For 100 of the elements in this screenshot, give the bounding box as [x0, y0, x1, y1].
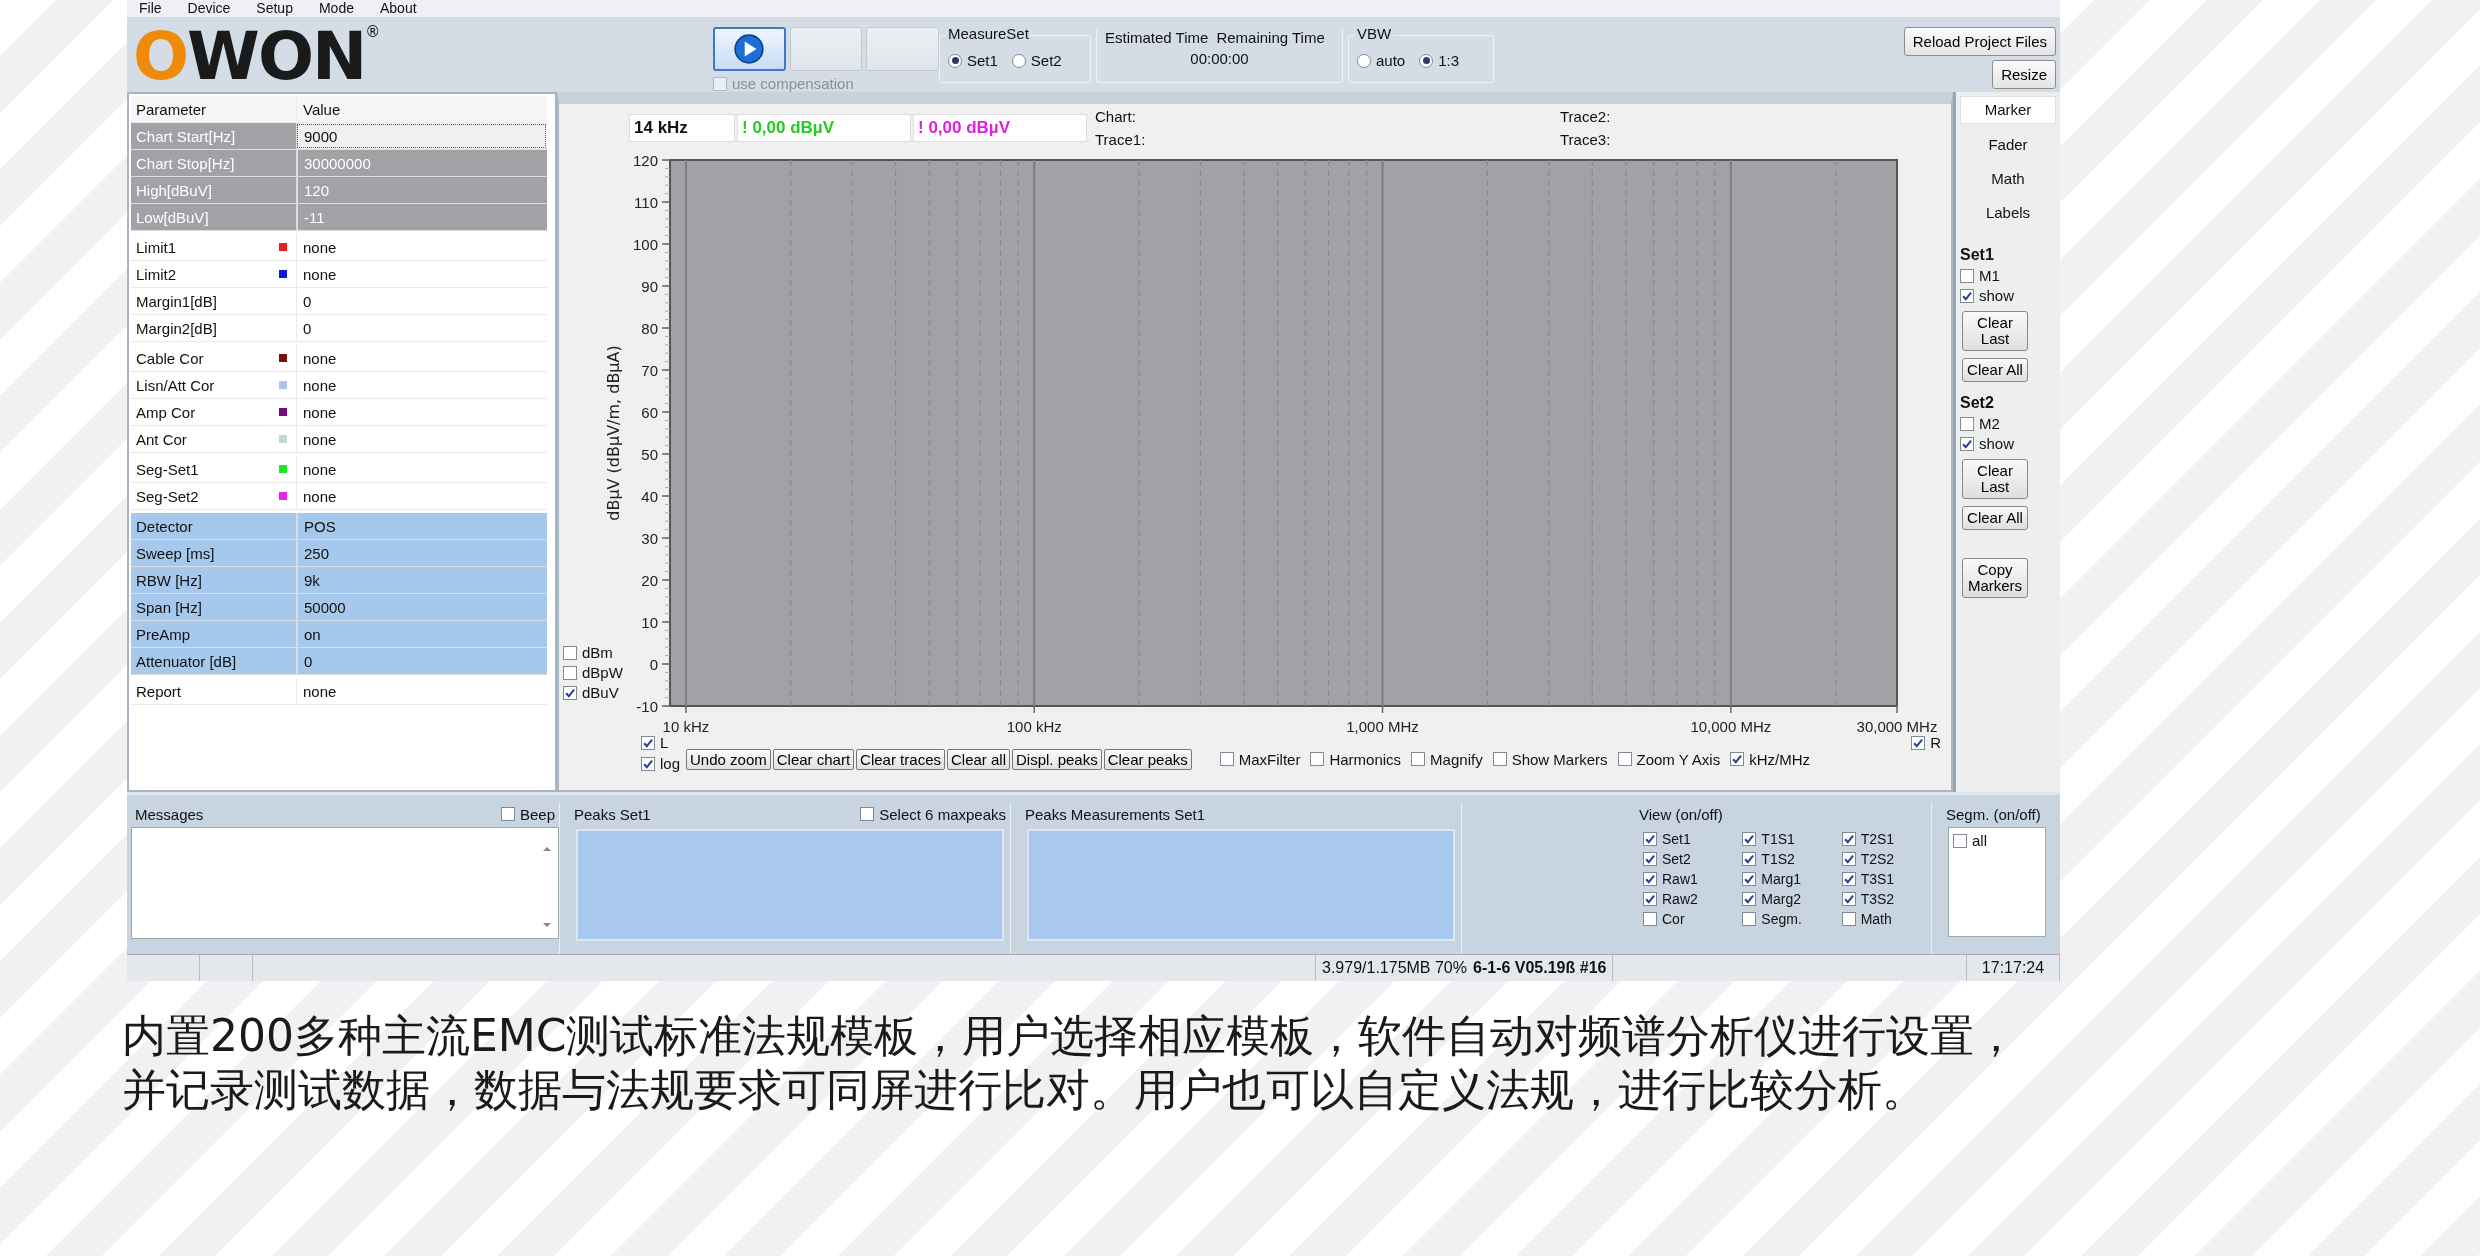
checkbox[interactable]: MaxFilter	[1219, 750, 1301, 768]
checkbox[interactable]: Beep	[500, 805, 555, 823]
checkbox[interactable]: T3S1	[1841, 871, 1923, 887]
push-button[interactable]: Undo zoom	[686, 748, 771, 770]
version-status: 6-1-6 V05.19ß #16	[1473, 959, 1607, 977]
y-tick-label: 100	[632, 236, 658, 253]
parameter-name: Span [Hz]	[135, 598, 203, 616]
parameter-value[interactable]: none	[296, 234, 547, 260]
parameter-value[interactable]: none	[296, 399, 547, 425]
y-tick-label: 20	[641, 572, 658, 589]
caption-text: 内置200多种主流EMC测试标准法规模板，用户选择相应模板，软件自动对频谱分析仪进行设置，	[122, 1009, 2020, 1063]
y-tick-label: 80	[641, 320, 658, 337]
checkbox[interactable]: all	[1953, 832, 1987, 849]
push-button[interactable]: Resize	[1992, 60, 2056, 89]
logo: OWON$^{®}$	[133, 25, 380, 89]
push-button[interactable]: Clear Last	[1962, 311, 2028, 351]
push-button[interactable]: Displ. peaks	[1012, 748, 1102, 770]
checkbox[interactable]: M1	[1960, 267, 2000, 284]
parameter-value[interactable]: none	[296, 483, 547, 509]
checkbox[interactable]: Math	[1841, 911, 1923, 927]
menu-item[interactable]: Device	[187, 0, 231, 17]
checkbox[interactable]: dBpW	[563, 664, 623, 681]
parameter-value[interactable]: none	[296, 372, 547, 398]
checkbox[interactable]: Set1	[1643, 831, 1725, 847]
checkbox[interactable]: Magnify	[1411, 750, 1483, 768]
push-button[interactable]: Clear chart	[772, 748, 855, 770]
checkbox[interactable]: kHz/MHz	[1730, 750, 1810, 768]
parameter-name: Limit1	[135, 238, 177, 256]
set-title: Set2	[1960, 394, 1994, 412]
checkbox[interactable]: Harmonics	[1310, 750, 1402, 768]
level-readout: ! 0,00 dBµV	[913, 114, 1087, 142]
checkbox[interactable]: Zoom Y Axis	[1617, 750, 1721, 768]
checkbox[interactable]: Show Markers	[1492, 750, 1608, 768]
push-button[interactable]: Reload Project Files	[1903, 27, 2056, 56]
parameter-name: Ant Cor	[135, 430, 188, 448]
trace-label: Trace1:	[1095, 131, 1147, 150]
radio-button[interactable]: auto	[1357, 52, 1406, 69]
segment-list[interactable]: all	[1948, 827, 2046, 937]
parameter-name: Low[dBuV]	[135, 208, 210, 226]
push-button[interactable]: Clear All	[1962, 358, 2028, 382]
checkbox[interactable]: Cor	[1643, 911, 1725, 927]
y-axis-label: dBµV (dBµV/m, dBµA)	[604, 345, 623, 521]
push-button[interactable]: Clear All	[1962, 506, 2028, 530]
tab[interactable]: Math	[1960, 166, 2056, 200]
parameter-value[interactable]: none	[296, 426, 547, 452]
checkbox[interactable]: M2	[1960, 415, 2000, 432]
checkbox[interactable]: R	[1911, 734, 1941, 751]
push-button[interactable]: Clear all	[946, 748, 1010, 770]
radio-button[interactable]: 1:3	[1419, 52, 1460, 69]
parameter-name: Amp Cor	[135, 403, 197, 421]
group-title: Segm. (on/off)	[1946, 805, 2041, 823]
trace-label: Chart:	[1095, 108, 1137, 127]
parameter-value[interactable]: 0	[296, 315, 547, 341]
checkbox[interactable]: T3S2	[1841, 891, 1923, 907]
checkbox[interactable]: Raw1	[1643, 871, 1725, 887]
parameter-name: Lisn/Att Cor	[135, 376, 216, 394]
tab[interactable]: Marker	[1960, 96, 2056, 124]
menu-item[interactable]: Setup	[256, 0, 293, 17]
parameter-name: Limit2	[135, 265, 177, 283]
frequency-readout: 14 kHz	[629, 114, 735, 142]
radio-button[interactable]: Set1	[948, 52, 998, 69]
checkbox[interactable]: dBm	[563, 644, 623, 661]
parameter-value[interactable]: 0	[296, 288, 547, 314]
menu-item[interactable]: About	[380, 0, 417, 17]
push-button[interactable]: Copy Markers	[1962, 558, 2028, 598]
checkbox[interactable]: show	[1960, 435, 2015, 452]
push-button[interactable]: Clear traces	[856, 748, 945, 770]
checkbox[interactable]: dBuV	[563, 684, 623, 701]
parameter-value[interactable]: none	[296, 456, 547, 482]
tab[interactable]: Fader	[1960, 132, 2056, 166]
parameter-value[interactable]: none	[296, 678, 547, 704]
parameter-name: RBW [Hz]	[135, 571, 203, 589]
checkbox[interactable]: Set2	[1643, 851, 1725, 867]
checkbox[interactable]: T1S1	[1742, 831, 1824, 847]
parameter-name: Margin1[dB]	[135, 292, 218, 310]
menu-item[interactable]: File	[139, 0, 162, 17]
checkbox[interactable]: log	[641, 755, 681, 772]
checkbox[interactable]: T1S2	[1742, 851, 1824, 867]
checkbox[interactable]: T2S2	[1841, 851, 1923, 867]
checkbox[interactable]: L	[641, 734, 681, 751]
radio-button[interactable]: Set2	[1011, 52, 1062, 69]
parameter-name: Seg-Set1	[135, 460, 200, 478]
push-button[interactable]: Clear Last	[1962, 459, 2028, 499]
checkbox[interactable]: Select 6 maxpeaks	[860, 805, 1006, 823]
parameter-value[interactable]: 0	[296, 648, 547, 674]
clock: 17:17:24	[1967, 955, 2060, 981]
group-title: Messages	[135, 805, 204, 823]
parameter-value[interactable]: none	[296, 261, 547, 287]
checkbox[interactable]: Marg1	[1742, 871, 1824, 887]
push-button[interactable]: Clear peaks	[1103, 748, 1192, 770]
checkbox[interactable]: Marg2	[1742, 891, 1824, 907]
menu-item[interactable]: Mode	[318, 0, 354, 17]
checkbox[interactable]: Segm.	[1742, 911, 1824, 927]
parameter-value[interactable]: none	[296, 345, 547, 371]
checkbox[interactable]: T2S1	[1841, 831, 1923, 847]
group-title: View (on/off)	[1639, 805, 1723, 823]
checkbox[interactable]: Raw2	[1643, 891, 1725, 907]
checkbox[interactable]: show	[1960, 287, 2015, 304]
parameter-value[interactable]: 9000	[296, 123, 547, 149]
tab[interactable]: Labels	[1960, 200, 2056, 234]
